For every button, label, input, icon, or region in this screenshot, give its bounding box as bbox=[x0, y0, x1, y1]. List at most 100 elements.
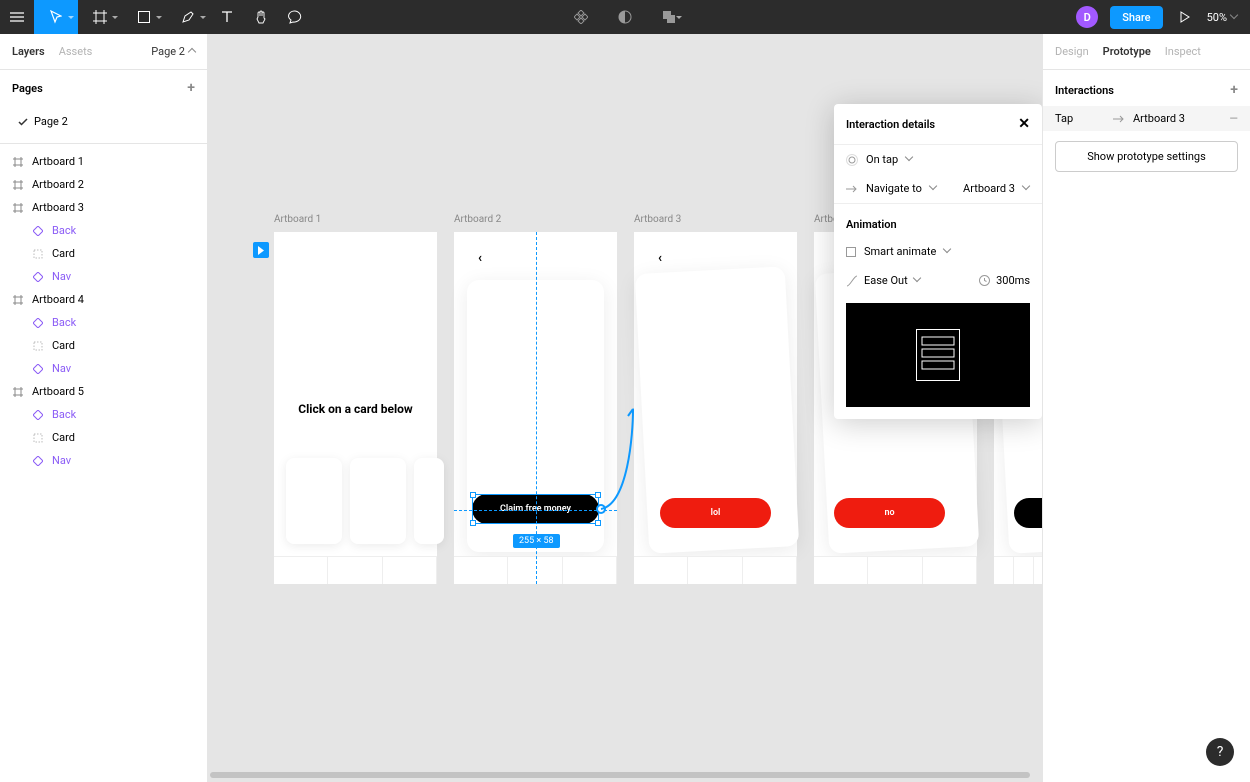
layer-row[interactable]: Artboard 3 bbox=[0, 196, 207, 219]
zoom-control[interactable]: 50% bbox=[1207, 11, 1238, 24]
artboard-3[interactable]: Artboard 3 ‹ lol bbox=[634, 232, 797, 584]
prototype-connector-handle[interactable] bbox=[596, 504, 606, 514]
frame-tool[interactable] bbox=[78, 0, 122, 34]
hand-icon bbox=[254, 10, 268, 24]
artboard-label: Artboard 1 bbox=[274, 214, 321, 225]
union-icon bbox=[662, 10, 676, 24]
right-panel: Design Prototype Inspect Interactions + … bbox=[1042, 34, 1250, 782]
layer-name: Back bbox=[52, 224, 76, 237]
nav-bar bbox=[814, 556, 977, 584]
diamond-icon bbox=[32, 363, 44, 375]
menu-button[interactable] bbox=[0, 0, 34, 34]
layer-row[interactable]: Back bbox=[0, 403, 207, 426]
easing-select[interactable]: Ease Out bbox=[846, 274, 971, 287]
pages-header: Pages bbox=[12, 82, 43, 95]
layer-row[interactable]: Back bbox=[0, 311, 207, 334]
comment-tool[interactable] bbox=[278, 0, 312, 34]
chevron-down-icon bbox=[914, 277, 921, 284]
close-button[interactable]: ✕ bbox=[1018, 116, 1030, 132]
layer-name: Card bbox=[52, 339, 75, 352]
layer-row[interactable]: Back bbox=[0, 219, 207, 242]
layer-row[interactable]: Card bbox=[0, 242, 207, 265]
diamond-icon bbox=[32, 271, 44, 283]
diamond-icon bbox=[32, 225, 44, 237]
tab-assets[interactable]: Assets bbox=[59, 45, 93, 58]
show-prototype-settings-button[interactable]: Show prototype settings bbox=[1055, 141, 1238, 172]
arrow-right-icon bbox=[1113, 115, 1125, 123]
pen-tool[interactable] bbox=[166, 0, 210, 34]
layer-name: Nav bbox=[52, 454, 71, 467]
layer-name: Artboard 1 bbox=[32, 155, 84, 168]
layer-row[interactable]: Nav bbox=[0, 357, 207, 380]
rect-icon bbox=[32, 432, 44, 444]
check-icon bbox=[18, 118, 28, 126]
back-button[interactable]: ‹ bbox=[652, 250, 668, 266]
duration-input[interactable]: 300ms bbox=[979, 274, 1030, 287]
layer-name: Card bbox=[52, 431, 75, 444]
diamond-icon bbox=[32, 455, 44, 467]
present-button[interactable] bbox=[1175, 0, 1195, 34]
layer-row[interactable]: Nav bbox=[0, 265, 207, 288]
frame-icon bbox=[12, 294, 24, 306]
mask-button[interactable] bbox=[608, 0, 642, 34]
pen-icon bbox=[181, 10, 195, 24]
rect-icon bbox=[32, 248, 44, 260]
back-button[interactable]: ‹ bbox=[472, 250, 488, 266]
tab-inspect[interactable]: Inspect bbox=[1165, 45, 1201, 58]
cta-button[interactable]: no bbox=[834, 498, 945, 528]
chevron-down-icon bbox=[944, 248, 951, 255]
frame-icon bbox=[12, 156, 24, 168]
components-button[interactable] bbox=[564, 0, 598, 34]
trigger-row[interactable]: On tap bbox=[834, 145, 1042, 174]
interaction-item[interactable]: Tap Artboard 3 — bbox=[1043, 106, 1250, 131]
ease-icon bbox=[846, 275, 858, 287]
help-button[interactable]: ? bbox=[1206, 738, 1234, 766]
play-icon bbox=[257, 246, 265, 255]
chevron-down-icon bbox=[1231, 14, 1238, 21]
tab-design[interactable]: Design bbox=[1055, 45, 1089, 58]
tab-layers[interactable]: Layers bbox=[12, 45, 45, 58]
layer-row[interactable]: Card bbox=[0, 426, 207, 449]
share-button[interactable]: Share bbox=[1110, 6, 1162, 29]
page-selector[interactable]: Page 2 bbox=[151, 45, 195, 58]
layer-row[interactable]: Artboard 2 bbox=[0, 173, 207, 196]
layer-row[interactable]: Nav bbox=[0, 449, 207, 472]
flow-start-badge[interactable] bbox=[253, 242, 269, 258]
add-page-button[interactable]: + bbox=[187, 80, 195, 96]
play-icon bbox=[1180, 11, 1190, 23]
artboard-label: Artboard 2 bbox=[454, 214, 501, 225]
hand-tool[interactable] bbox=[244, 0, 278, 34]
interactions-header: Interactions bbox=[1055, 84, 1114, 97]
layer-name: Nav bbox=[52, 270, 71, 283]
text-tool[interactable] bbox=[210, 0, 244, 34]
toolbar: D Share 50% bbox=[0, 0, 1250, 34]
artboard-1[interactable]: Artboard 1 Click on a card below bbox=[274, 232, 437, 584]
text-icon bbox=[221, 11, 233, 23]
shape-tool[interactable] bbox=[122, 0, 166, 34]
cta-button[interactable]: lol bbox=[660, 498, 771, 528]
clock-icon bbox=[979, 275, 990, 286]
tab-prototype[interactable]: Prototype bbox=[1103, 45, 1151, 58]
layer-row[interactable]: Card bbox=[0, 334, 207, 357]
animation-type-row[interactable]: Smart animate bbox=[834, 237, 1042, 266]
layer-row[interactable]: Artboard 4 bbox=[0, 288, 207, 311]
chevron-up-icon bbox=[189, 45, 195, 58]
mask-icon bbox=[618, 10, 632, 24]
remove-interaction-button[interactable]: — bbox=[1229, 112, 1238, 125]
tap-icon bbox=[846, 154, 858, 166]
cta-button[interactable] bbox=[1014, 498, 1042, 528]
horizontal-scrollbar[interactable] bbox=[210, 772, 1030, 778]
avatar[interactable]: D bbox=[1076, 6, 1098, 28]
move-tool[interactable] bbox=[34, 0, 78, 34]
frame-icon bbox=[12, 386, 24, 398]
boolean-button[interactable] bbox=[652, 0, 686, 34]
frame-icon bbox=[93, 10, 107, 24]
layer-row[interactable]: Artboard 1 bbox=[0, 150, 207, 173]
layer-row[interactable]: Artboard 5 bbox=[0, 380, 207, 403]
layer-name: Artboard 5 bbox=[32, 385, 84, 398]
action-row[interactable]: Navigate to Artboard 3 bbox=[834, 174, 1042, 203]
layer-name: Back bbox=[52, 316, 76, 329]
frame-icon bbox=[12, 179, 24, 191]
page-item[interactable]: Page 2 bbox=[0, 110, 207, 133]
add-interaction-button[interactable]: + bbox=[1230, 82, 1238, 98]
